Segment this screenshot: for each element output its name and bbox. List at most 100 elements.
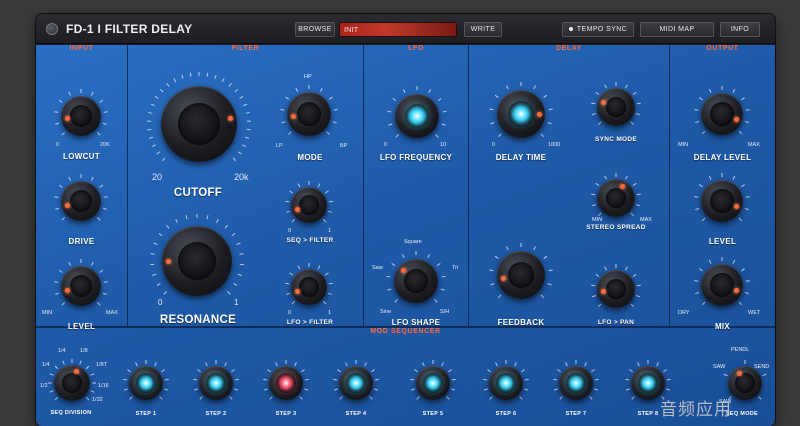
knob-led-icon (139, 376, 153, 390)
lfo-shape-saw-label: Saw (372, 265, 383, 271)
midi-map-button[interactable]: MIDI MAP (640, 22, 714, 37)
lfo-shape-label: LFO SHAPE (391, 318, 441, 327)
lfo-filter-max-label: 1 (328, 310, 332, 316)
tempo-sync-led-icon (568, 27, 573, 32)
knob-cap (710, 102, 734, 126)
preset-name-display[interactable]: INIT (339, 22, 457, 37)
tempo-sync-toggle[interactable]: TEMPO SYNC (562, 22, 634, 37)
seq-mode-mark: SEND (754, 364, 770, 370)
power-icon[interactable] (46, 23, 58, 35)
knob-indicator-icon (64, 115, 70, 121)
lfo-pan-knob[interactable] (590, 263, 642, 315)
lfo-filter-min-label: 0 (288, 310, 292, 316)
seq-division-label: SEQ DIVISION (50, 410, 92, 416)
mode-lp-label: LP (276, 143, 283, 149)
knob-cap (710, 189, 734, 213)
delay-level-knob[interactable] (693, 85, 751, 143)
seq-filter-min-label: 0 (288, 228, 292, 234)
section-label-input: INPUT (69, 45, 94, 52)
step-3-knob[interactable] (262, 359, 310, 407)
knob-cap (404, 269, 428, 293)
step-6-knob[interactable] (482, 359, 530, 407)
knob-indicator-icon (295, 288, 301, 294)
delay-time-knob[interactable] (488, 81, 554, 147)
delay-level-max-label: MAX (748, 142, 760, 148)
write-button[interactable]: WRITE (464, 22, 502, 37)
lfo-shape-tri-label: Tri (452, 265, 459, 271)
resonance-knob[interactable] (149, 213, 245, 309)
delay-time-label: DELAY TIME (495, 153, 547, 162)
mix-knob[interactable] (693, 256, 751, 314)
mix-label: MIX (714, 322, 731, 331)
delay-level-label: DELAY LEVEL (693, 153, 752, 162)
section-label-lfo: LFO (408, 45, 424, 52)
step-5-knob[interactable] (409, 359, 457, 407)
knob-indicator-icon (73, 369, 79, 375)
sync-mode-knob[interactable] (590, 81, 642, 133)
knob-cap (606, 188, 626, 208)
input-level-min-label: MIN (42, 310, 53, 316)
section-label-output: OUTPUT (706, 45, 739, 52)
output-level-knob[interactable] (693, 172, 751, 230)
step-2-knob[interactable] (192, 359, 240, 407)
knob-indicator-icon (536, 111, 542, 117)
seq-filter-knob[interactable] (284, 180, 334, 230)
drive-knob[interactable] (53, 173, 109, 229)
info-button[interactable]: INFO (720, 22, 760, 37)
mode-label: MODE (297, 153, 323, 162)
mode-knob[interactable] (279, 84, 339, 144)
knob-cap (606, 279, 626, 299)
lfo-frequency-min-label: 0 (384, 142, 388, 148)
seq-division-mark: 1/2 (40, 383, 48, 389)
knob-indicator-icon (733, 203, 739, 209)
seq-division-mark: 1/4 (42, 362, 50, 368)
lfo-shape-sine-label: Sine (380, 309, 392, 315)
cutoff-max-label: 20k (234, 172, 249, 182)
knob-cap (297, 102, 321, 126)
delay-level-min-label: MIN (678, 142, 689, 148)
lfo-shape-knob[interactable] (385, 250, 447, 312)
seq-mode-mark: PENDL (731, 347, 750, 353)
input-level-label: LEVEL (67, 322, 96, 331)
divider (468, 45, 469, 326)
mode-bp-label: BP (340, 143, 348, 149)
lfo-pan-label: LFO > PAN (597, 319, 635, 326)
feedback-knob[interactable] (488, 242, 554, 308)
knob-cap (606, 97, 626, 117)
knob-led-icon (512, 105, 530, 123)
lfo-filter-knob[interactable] (284, 262, 334, 312)
knob-cap (70, 105, 92, 127)
knob-cap (70, 190, 92, 212)
input-level-knob[interactable] (53, 258, 109, 314)
mix-min-label: DRY (678, 310, 690, 316)
seq-filter-label: SEQ > FILTER (286, 237, 334, 244)
resonance-min-label: 0 (158, 298, 163, 307)
mode-hp-label: HP (304, 74, 312, 80)
step-6-label: STEP 6 (495, 411, 517, 417)
stereo-spread-min-label: MIN (592, 217, 603, 223)
browse-button[interactable]: BROWSE (295, 22, 335, 37)
feedback-label: FEEDBACK (497, 318, 545, 327)
lowcut-knob[interactable] (53, 88, 109, 144)
knob-indicator-icon (500, 275, 506, 281)
knob-cap (508, 262, 534, 288)
lfo-frequency-knob[interactable] (386, 85, 448, 147)
lfo-frequency-max-label: 10 (440, 142, 447, 148)
stereo-spread-label: STEREO SPREAD (586, 224, 646, 231)
lfo-shape-square-label: Square (404, 239, 422, 245)
knob-indicator-icon (600, 288, 606, 294)
divider (363, 45, 364, 326)
seq-division-knob[interactable] (47, 358, 97, 408)
cutoff-knob[interactable] (146, 71, 252, 177)
step-7-knob[interactable] (552, 359, 600, 407)
knob-cap (735, 373, 755, 393)
step-4-label: STEP 4 (345, 411, 367, 417)
knob-led-icon (426, 376, 440, 390)
step-1-knob[interactable] (122, 359, 170, 407)
divider (669, 45, 670, 326)
delay-time-min-label: 0 (492, 142, 496, 148)
knob-led-icon (641, 376, 655, 390)
input-level-max-label: MAX (106, 310, 118, 316)
output-level-label: LEVEL (708, 237, 737, 246)
step-4-knob[interactable] (332, 359, 380, 407)
